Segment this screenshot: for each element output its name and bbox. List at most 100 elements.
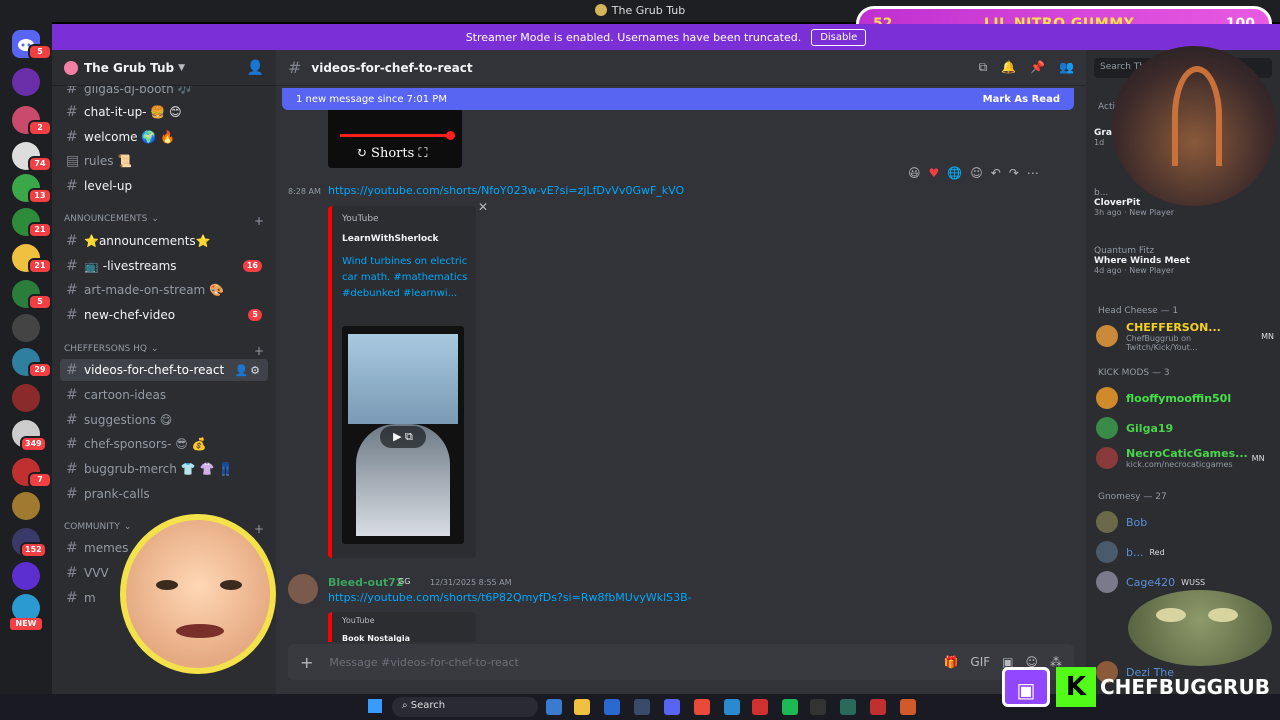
heart-icon[interactable]: ♥ [929, 166, 940, 180]
member-item[interactable]: Gilga19 [1096, 414, 1274, 442]
attach-plus-icon[interactable]: + [300, 653, 313, 672]
category-cheffersons-hq[interactable]: CHEFFERSONS HQ ⌄ + [64, 344, 264, 358]
store-icon[interactable] [604, 699, 620, 715]
channel-label: rules 📜 [84, 154, 133, 168]
embed-video[interactable]: ▶ ⧉ [342, 326, 464, 544]
embed-author[interactable]: LearnWithSherlock [342, 234, 439, 244]
disable-streamer-mode-button[interactable]: Disable [811, 28, 867, 46]
steam-icon[interactable] [634, 699, 650, 715]
message-timestamp: 12/31/2025 8:55 AM [430, 578, 512, 587]
message-link[interactable]: https://youtube.com/shorts/t6P82QmyfDs?s… [328, 591, 692, 604]
play-icon[interactable]: ▶ ⧉ [380, 426, 426, 448]
channel-level-up[interactable]: # level-up [60, 175, 268, 197]
progress-handle[interactable] [446, 131, 455, 140]
app-icon[interactable] [900, 699, 916, 715]
chrome-icon[interactable] [694, 699, 710, 715]
hash-icon: # [66, 178, 78, 194]
new-messages-bar[interactable]: 1 new message since 7:01 PM Mark As Read [282, 88, 1074, 110]
close-embed-icon[interactable]: ✕ [478, 200, 488, 214]
kick-icon: K [1056, 667, 1096, 707]
chat-area: # videos-for-chef-to-react ⧉ 🔔 📌 👥 1 new… [276, 50, 1086, 694]
channel-videos-for-chef-to-react[interactable]: # videos-for-chef-to-react 👤⚙ [60, 359, 268, 381]
app-icon[interactable] [840, 699, 856, 715]
shorts-video-preview[interactable]: ↻ Shorts ⛶ [328, 110, 462, 168]
channel-art-made-on-stream[interactable]: # art-made-on-stream 🎨 [60, 279, 268, 301]
channel-prank-calls[interactable]: # prank-calls [60, 483, 268, 505]
mark-as-read-button[interactable]: Mark As Read [983, 94, 1060, 105]
reply-icon[interactable]: ↶ [991, 166, 1001, 180]
message-username[interactable]: Bleed-out72 [328, 576, 403, 589]
member-item[interactable]: NecroCaticGames... kick.com/necrocaticgam… [1096, 444, 1274, 472]
category-announcements[interactable]: Announcements ⌄ + [64, 214, 264, 228]
channel-welcome[interactable]: # welcome 🌍 🔥 [60, 126, 268, 148]
channel-new-chef-video[interactable]: # new-chef-video 5 [60, 304, 268, 326]
channel-rules[interactable]: ▤ rules 📜 [60, 150, 268, 172]
members-icon[interactable]: 👥 [1059, 60, 1074, 75]
gif-icon[interactable]: GIF [970, 655, 990, 669]
video-progress-bar[interactable] [340, 134, 450, 137]
more-icon[interactable]: ⋯ [1027, 166, 1039, 180]
channel-chef-sponsors[interactable]: # chef-sponsors- 😎 💰 [60, 433, 268, 455]
taskbar-search[interactable]: ⌕ Search [392, 697, 538, 717]
app-icon[interactable] [870, 699, 886, 715]
spotify-icon[interactable] [782, 699, 798, 715]
server-icon[interactable] [12, 562, 40, 590]
folder-icon[interactable] [574, 699, 590, 715]
avatar[interactable] [288, 574, 318, 604]
channel-settings-icon[interactable]: 👤⚙ [234, 364, 262, 377]
reaction-icon[interactable]: 😃 [908, 166, 921, 180]
globe-icon[interactable]: 🌐 [947, 166, 962, 180]
channel-label: welcome 🌍 🔥 [84, 130, 176, 144]
windows-start-icon[interactable] [368, 699, 382, 713]
threads-icon[interactable]: ⧉ [979, 60, 988, 75]
member-name: flooffymooffin50l [1126, 391, 1232, 405]
bell-icon[interactable]: 🔔 [1001, 60, 1016, 75]
message-composer: + 🎁 GIF ▣ ☺ ⁂ [288, 644, 1074, 680]
embed-title[interactable]: Wind turbines on electric car math. #mat… [342, 254, 472, 302]
mask-mouth [176, 624, 224, 638]
app-icon[interactable] [546, 699, 562, 715]
member-item[interactable]: b... Red [1096, 538, 1274, 566]
server-icon[interactable] [12, 314, 40, 342]
app-icon[interactable] [752, 699, 768, 715]
channel-label: 📺 -livestreams [84, 259, 177, 273]
add-channel-icon[interactable]: + [254, 344, 264, 358]
invite-people-icon[interactable]: 👤 [247, 60, 264, 76]
message-input[interactable] [329, 655, 890, 669]
message-link[interactable]: https://youtube.com/shorts/NfoY023w-vE?s… [328, 184, 684, 197]
channel-suggestions[interactable]: # suggestions 😋 [60, 409, 268, 431]
add-channel-icon[interactable]: + [254, 522, 264, 536]
activity-item[interactable]: Quantum Fitz Where Winds Meet 4d ago · N… [1094, 246, 1272, 275]
member-item[interactable]: CHEFFERSON... ChefBuggrub on Twitch/Kick/… [1096, 321, 1274, 352]
channel-gilgas-dj-booth[interactable]: # gilgas-dj-booth 🎶 [60, 86, 268, 100]
server-icon[interactable] [12, 492, 40, 520]
channel-livestreams[interactable]: # 📺 -livestreams 16 [60, 255, 268, 277]
member-item[interactable]: Bob [1096, 508, 1274, 536]
discord-icon[interactable] [664, 699, 680, 715]
app-icon[interactable] [724, 699, 740, 715]
mask-eye [220, 580, 242, 590]
hash-icon: # [66, 461, 78, 477]
forward-icon[interactable]: ↷ [1009, 166, 1019, 180]
channel-buggrub-merch[interactable]: # buggrub-merch 👕 👚 👖 [60, 458, 268, 480]
add-reaction-icon[interactable]: ☺ [970, 166, 983, 180]
taskbar-search-label: Search [410, 700, 446, 711]
server-icon[interactable] [12, 384, 40, 412]
category-label: Announcements [64, 214, 148, 224]
add-channel-icon[interactable]: + [254, 214, 264, 228]
channel-announcements[interactable]: # ⭐announcements⭐ [60, 230, 268, 252]
channel-chat-it-up[interactable]: # chat-it-up- 🍔 😊 [60, 101, 268, 123]
server-icon[interactable] [12, 68, 40, 96]
channel-label: suggestions 😋 [84, 413, 173, 427]
obs-icon[interactable] [810, 699, 826, 715]
replay-icon[interactable]: ↻ [356, 146, 367, 161]
server-header[interactable]: The Grub Tub ▼ 👤 [52, 50, 276, 86]
embed-author[interactable]: Book Nostalgia [342, 634, 410, 642]
channel-cartoon-ideas[interactable]: # cartoon-ideas [60, 384, 268, 406]
rules-icon: ▤ [66, 153, 80, 169]
fullscreen-icon[interactable]: ⛶ [418, 146, 427, 161]
gift-icon[interactable]: 🎁 [943, 655, 958, 669]
user-tag: GG [398, 577, 411, 586]
pin-icon[interactable]: 📌 [1030, 60, 1045, 75]
member-item[interactable]: flooffymooffin50l [1096, 384, 1274, 412]
